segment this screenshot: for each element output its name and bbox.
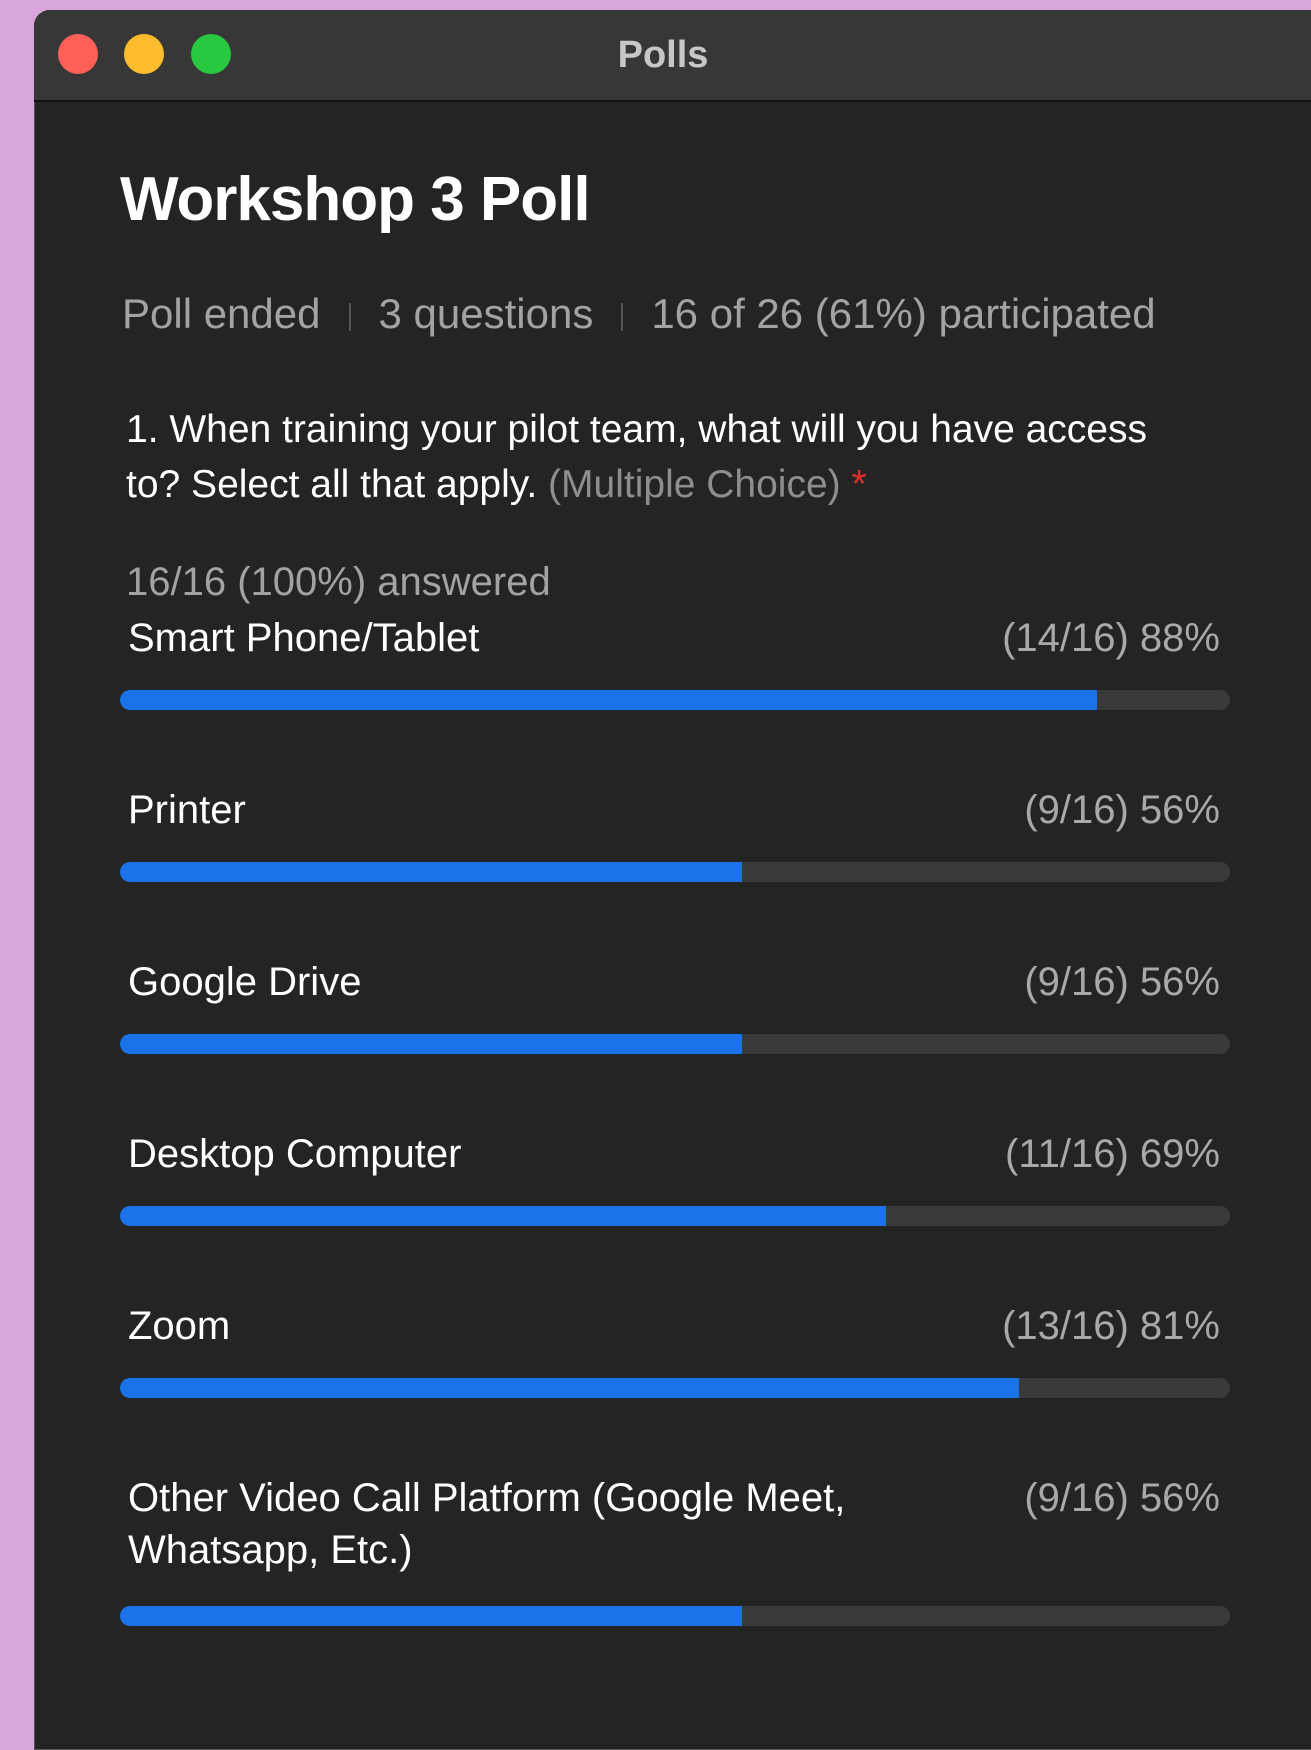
result-bar: [120, 1378, 1230, 1398]
option-label: Zoom: [128, 1304, 231, 1348]
result-bar: [120, 690, 1230, 710]
result-bar: [120, 862, 1230, 882]
meta-divider: [621, 302, 624, 331]
result-bar: [120, 1606, 1230, 1626]
option-count: (13/16) 81%: [1002, 1304, 1220, 1348]
option-label: Google Drive: [128, 960, 362, 1004]
meta-divider: [348, 302, 351, 331]
question-text: 1. When training your pilot team, what w…: [126, 402, 1186, 512]
option-count: (9/16) 56%: [1024, 788, 1220, 832]
participation-count: 16 of 26 (61%) participated: [651, 290, 1156, 337]
poll-results-panel: Workshop 3 Poll Poll ended 3 questions 16 …: [34, 102, 1311, 1750]
questions-count: 3 questions: [378, 290, 594, 337]
poll-meta: Poll ended 3 questions 16 of 26 (61%) part…: [122, 290, 1156, 338]
window-title: Polls: [617, 34, 709, 76]
option-label: Other Video Call Platform (Google Meet, …: [128, 1476, 846, 1572]
option-label: Desktop Computer: [128, 1132, 462, 1176]
option-count: (9/16) 56%: [1024, 1476, 1220, 1520]
required-marker: *: [851, 463, 867, 506]
answered-count: 16/16 (100%) answered: [126, 560, 551, 604]
polls-window: Polls Workshop 3 Poll Poll ended 3 questi…: [34, 10, 1311, 1750]
result-bar: [120, 1206, 1230, 1226]
option-count: (11/16) 69%: [1005, 1132, 1220, 1176]
option-count: (9/16) 56%: [1024, 960, 1220, 1004]
result-bar-fill: [120, 1034, 742, 1054]
option-count: (14/16) 88%: [1002, 616, 1220, 660]
question-type: (Multiple Choice): [548, 463, 841, 506]
poll-title: Workshop 3 Poll: [120, 165, 591, 234]
result-bar: [120, 1034, 1230, 1054]
option-label: Printer: [128, 788, 246, 832]
result-bar-fill: [120, 690, 1097, 710]
poll-status: Poll ended: [122, 290, 321, 337]
result-bar-fill: [120, 1606, 742, 1626]
title-bar[interactable]: Polls: [34, 10, 1311, 102]
result-bar-fill: [120, 1378, 1020, 1398]
result-bar-fill: [120, 1206, 886, 1226]
option-label: Smart Phone/Tablet: [128, 616, 480, 660]
result-bar-fill: [120, 862, 742, 882]
